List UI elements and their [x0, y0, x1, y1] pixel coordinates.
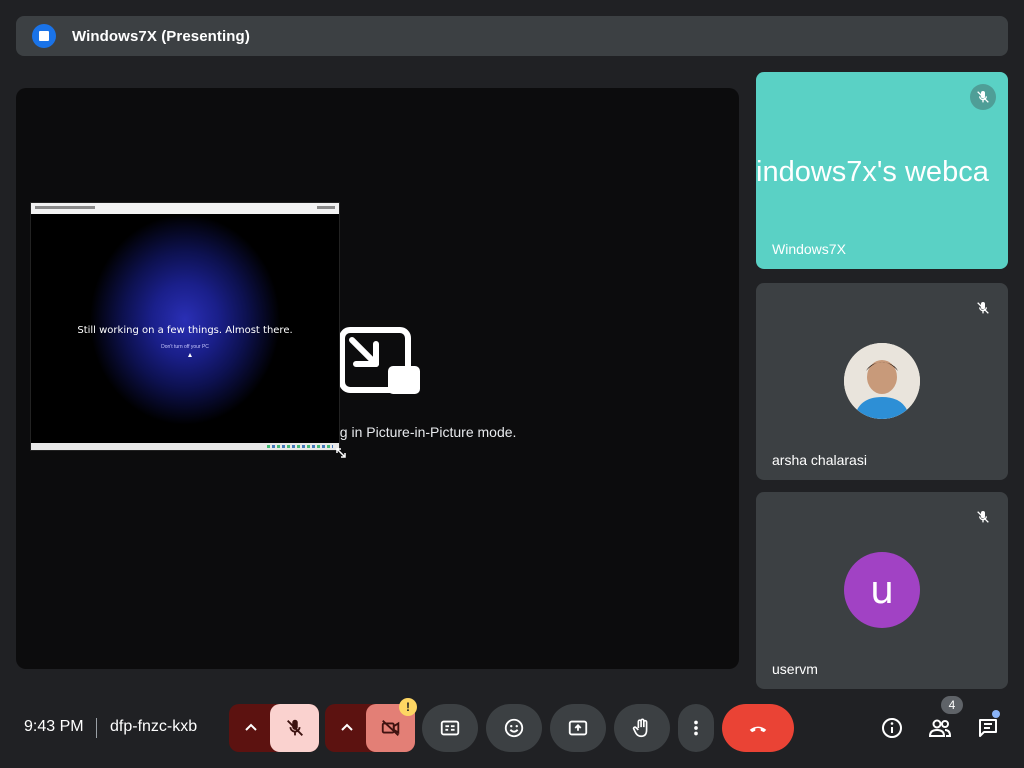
present-now-button[interactable]: [550, 704, 606, 752]
meeting-code: dfp-fnzc-kxb: [110, 718, 198, 735]
warning-badge: !: [399, 698, 417, 716]
mic-off-icon: [970, 295, 996, 321]
mic-toggle-button[interactable]: [270, 704, 319, 752]
participant-tile-uservm[interactable]: u uservm: [756, 492, 1008, 689]
participant-name: Windows7X: [772, 241, 846, 257]
meeting-controls-bar: 9:43 PM dfp-fnzc-kxb ! 4: [0, 696, 1024, 756]
emoji-icon: [504, 718, 524, 738]
resize-handle-icon[interactable]: [335, 446, 347, 458]
setup-message: Still working on a few things. Almost th…: [77, 325, 293, 336]
meeting-time: 9:43 PM: [24, 718, 84, 735]
mic-off-icon: [970, 504, 996, 530]
chat-icon: [979, 719, 997, 737]
send-reaction-button[interactable]: [486, 704, 542, 752]
closed-captions-icon: [440, 720, 460, 736]
participant-name: uservm: [772, 661, 818, 677]
more-options-button[interactable]: [678, 704, 714, 752]
participant-tile-arsha[interactable]: arsha chalarasi: [756, 283, 1008, 480]
mouse-cursor-icon: [188, 353, 192, 357]
participant-tile-windows7x[interactable]: indows7x's webca Windows7X: [756, 72, 1008, 269]
presentation-stage: ng in Picture-in-Picture mode. Still wor…: [16, 88, 739, 669]
present-to-all-icon: [568, 720, 588, 736]
call-end-icon: [749, 726, 767, 733]
mic-control-group: [229, 704, 319, 752]
pip-window[interactable]: Still working on a few things. Almost th…: [30, 202, 346, 458]
meeting-details-button[interactable]: [878, 714, 906, 742]
presenting-title: Windows7X (Presenting): [72, 27, 250, 45]
more-vert-icon: [694, 720, 698, 736]
shared-taskbar: [31, 443, 339, 450]
divider: [96, 718, 97, 738]
show-everyone-button[interactable]: [926, 714, 954, 742]
setup-subtext: Don't turn off your PC: [161, 344, 209, 350]
captions-button[interactable]: [422, 704, 478, 752]
avatar: u: [844, 552, 920, 628]
chevron-up-icon: [341, 723, 353, 731]
chat-button[interactable]: [974, 714, 1002, 742]
shared-screen: Still working on a few things. Almost th…: [31, 214, 339, 444]
pip-window-controls[interactable]: [317, 206, 335, 209]
chevron-up-icon: [245, 723, 257, 731]
pip-window-title: [35, 206, 95, 209]
avatar: [844, 343, 920, 419]
mic-off-icon: [970, 84, 996, 110]
participant-name: arsha chalarasi: [772, 452, 867, 468]
leave-call-button[interactable]: [722, 704, 794, 752]
chat-notification-dot: [992, 710, 1000, 718]
picture-in-picture-icon: [338, 326, 422, 398]
video-options-button[interactable]: [325, 704, 369, 752]
people-icon: [928, 719, 952, 737]
participant-count-badge: 4: [941, 696, 963, 714]
mic-off-icon: [286, 719, 303, 736]
pip-mode-message: ng in Picture-in-Picture mode.: [332, 424, 517, 440]
system-tray: [267, 445, 333, 448]
present-screen-icon: [32, 24, 56, 48]
presenting-banner: Windows7X (Presenting): [16, 16, 1008, 56]
camera-off-icon: [381, 719, 399, 737]
pip-window-titlebar[interactable]: [31, 203, 339, 214]
info-icon: [882, 718, 902, 738]
camera-control-group: !: [325, 698, 417, 752]
audio-options-button[interactable]: [229, 704, 273, 752]
hand-icon: [632, 718, 648, 738]
webcam-feed-text: indows7x's webca: [756, 156, 989, 188]
raise-hand-button[interactable]: [614, 704, 670, 752]
